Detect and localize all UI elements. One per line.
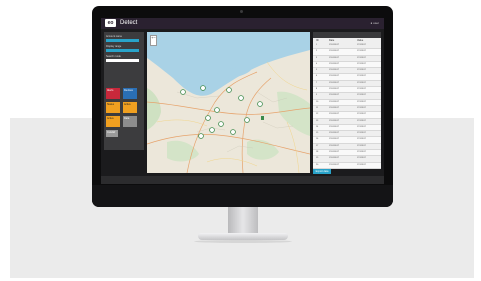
cell-date: 17/01/2017 <box>329 50 340 53</box>
cell-value: 17/1/2017 <box>357 62 366 65</box>
cell-id: 3 <box>316 56 318 59</box>
account-label: Account name <box>106 35 122 38</box>
cell-id: 13 <box>316 119 319 122</box>
cell-value: 17/1/2017 <box>357 44 366 46</box>
cell-id: 2 <box>316 50 318 53</box>
cell-id: 1 <box>316 44 318 46</box>
cell-date: 17/01/2017 <box>329 157 340 160</box>
cell-id: 4 <box>316 62 318 65</box>
cell-date: 17/01/2017 <box>329 106 340 109</box>
cell-id: 19 <box>316 157 319 160</box>
monitor-frame: eo Detect ● user Account name Display ra… <box>92 6 393 207</box>
cell-value: 17/1/2017 <box>357 125 366 128</box>
cell-id: 6 <box>316 75 318 78</box>
cell-value: 17/1/2017 <box>357 50 366 53</box>
column-header-value[interactable]: Value <box>357 39 363 42</box>
sidebar: Account name Display range Search mode A… <box>104 32 144 150</box>
cell-id: 7 <box>316 81 318 84</box>
cell-id: 18 <box>316 151 319 154</box>
cell-value: 17/1/2017 <box>357 113 366 116</box>
cell-date: 17/01/2017 <box>329 144 340 147</box>
cell-value: 17/1/2017 <box>357 151 366 154</box>
cell-value: 17/1/2017 <box>357 157 366 160</box>
active-tile-1[interactable]: Active <box>123 102 137 113</box>
panel-header <box>313 32 381 38</box>
cell-date: 17/01/2017 <box>329 151 340 154</box>
top-bar: eo Detect ● user <box>101 18 384 29</box>
map-canvas[interactable] <box>147 32 310 173</box>
cell-date: 17/01/2017 <box>329 119 340 122</box>
app-logo: eo <box>105 19 116 27</box>
cell-id: 17 <box>316 144 319 147</box>
cell-date: 17/01/2017 <box>329 125 340 128</box>
cell-value: 17/1/2017 <box>357 94 366 97</box>
cell-id: 20 <box>316 163 319 166</box>
cell-id: 5 <box>316 69 318 72</box>
cell-value: 17/1/2017 <box>357 75 366 78</box>
cell-date: 17/01/2017 <box>329 100 340 103</box>
search-label: Search mode <box>106 55 121 58</box>
column-header-date[interactable]: Date <box>329 39 334 42</box>
cell-date: 17/01/2017 <box>329 69 340 72</box>
cell-date: 17/01/2017 <box>329 44 340 46</box>
monitor-chin <box>92 185 393 207</box>
cell-value: 17/1/2017 <box>357 106 366 109</box>
range-field[interactable] <box>106 49 139 52</box>
results-panel: ID Date Value 1 17/01/2017 17/1/2017 2 17/01… <box>313 32 381 169</box>
cell-id: 14 <box>316 125 319 128</box>
cell-id: 16 <box>316 138 319 141</box>
user-menu[interactable]: ● user <box>371 20 379 27</box>
cell-value: 17/1/2017 <box>357 88 366 91</box>
cell-id: 9 <box>316 94 318 97</box>
cell-id: 11 <box>316 106 319 109</box>
monitor-base <box>198 233 288 240</box>
cell-date: 17/01/2017 <box>329 75 340 78</box>
camera-dot <box>240 10 243 13</box>
column-header-id[interactable]: ID <box>316 39 319 42</box>
export-button[interactable]: Export data <box>313 169 331 174</box>
cell-date: 17/01/2017 <box>329 62 340 65</box>
alerts-tile[interactable]: Alerts <box>106 88 120 99</box>
cell-id: 15 <box>316 132 319 135</box>
app-screen: eo Detect ● user Account name Display ra… <box>101 18 384 184</box>
account-field[interactable] <box>106 39 139 42</box>
cell-date: 17/01/2017 <box>329 163 340 166</box>
cell-date: 17/01/2017 <box>329 56 340 59</box>
cell-value: 17/1/2017 <box>357 56 366 59</box>
cell-date: 17/01/2017 <box>329 138 340 141</box>
footer-bar <box>101 176 384 184</box>
cell-value: 17/1/2017 <box>357 69 366 72</box>
cell-value: 17/1/2017 <box>357 144 366 147</box>
cell-date: 17/01/2017 <box>329 81 340 84</box>
map-view[interactable]: +− <box>147 32 310 173</box>
cell-id: 10 <box>316 100 319 103</box>
monitor-neck <box>228 207 258 235</box>
cell-date: 17/01/2017 <box>329 113 340 116</box>
devices-tile[interactable]: Devices <box>123 88 137 99</box>
clear-button[interactable]: CLEAR <box>106 130 118 137</box>
status-tile[interactable]: Status <box>106 102 120 113</box>
cell-value: 17/1/2017 <box>357 132 366 135</box>
cell-date: 17/01/2017 <box>329 132 340 135</box>
zoom-control[interactable]: +− <box>150 35 157 46</box>
cell-value: 17/1/2017 <box>357 138 366 141</box>
cell-date: 17/01/2017 <box>329 88 340 91</box>
active-tile-2[interactable]: Active <box>106 116 120 127</box>
cell-id: 8 <box>316 88 318 91</box>
base-shadow <box>194 240 292 243</box>
table-row[interactable]: 20 17/01/2017 17/1/2017 <box>313 162 381 169</box>
cell-value: 17/1/2017 <box>357 119 366 122</box>
cell-value: 17/1/2017 <box>357 81 366 84</box>
cell-value: 17/1/2017 <box>357 100 366 103</box>
cell-value: 17/1/2017 <box>357 163 366 166</box>
range-label: Display range <box>106 45 122 48</box>
cell-date: 17/01/2017 <box>329 94 340 97</box>
results-table: 1 17/01/2017 17/1/2017 2 17/01/2017 17/1/2017… <box>313 43 381 169</box>
app-title: Detect <box>120 20 138 26</box>
search-input[interactable] <box>106 59 139 62</box>
cell-id: 12 <box>316 113 319 116</box>
data-tile[interactable]: Data <box>123 116 137 127</box>
